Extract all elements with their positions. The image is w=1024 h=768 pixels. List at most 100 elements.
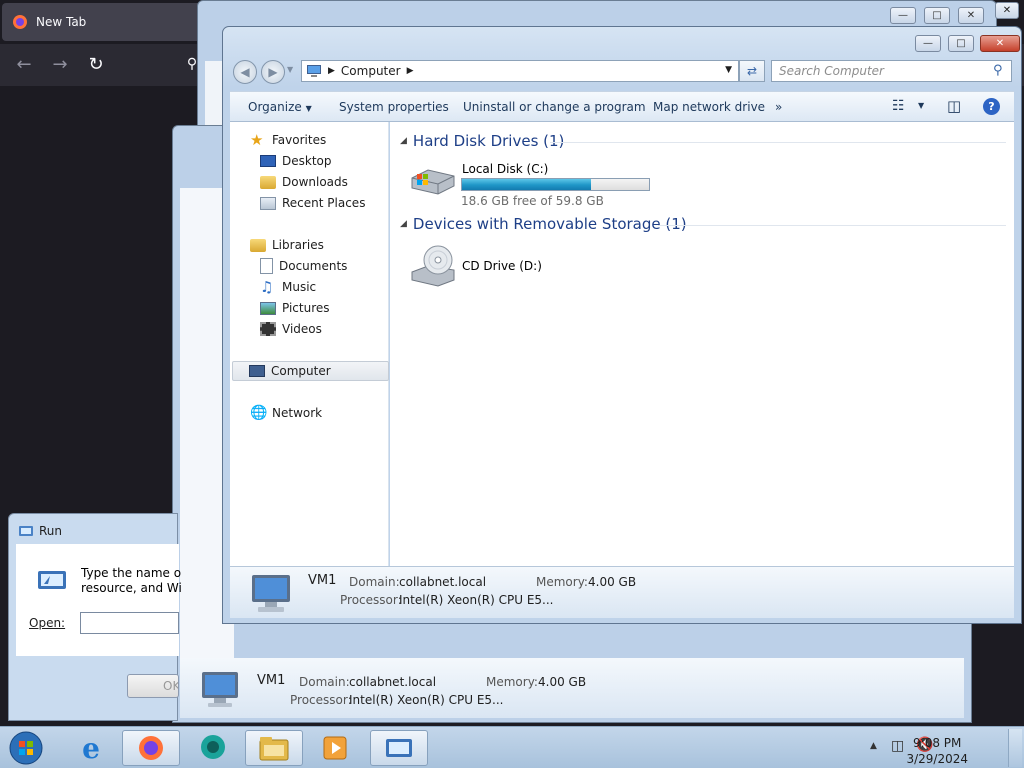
back-icon[interactable]: ← — [12, 52, 36, 76]
group-divider — [550, 142, 1006, 143]
breadcrumb-separator-icon[interactable]: ▶ — [328, 66, 335, 76]
music-note-icon: ♫ — [260, 278, 274, 296]
preview-pane-icon[interactable]: ◫ — [947, 97, 961, 115]
computer-name: VM1 — [308, 573, 337, 588]
nav-computer[interactable]: Computer — [232, 361, 389, 381]
group-hard-disk-drives[interactable]: ◢ Hard Disk Drives (1) — [400, 132, 564, 150]
search-icon[interactable]: ⚲ — [993, 63, 1003, 78]
taskbar-firefox[interactable] — [122, 730, 180, 766]
organize-chevron-icon: ▼ — [305, 104, 312, 113]
windows-orb-icon — [9, 731, 43, 765]
bg-domain-value: collabnet.local — [349, 675, 437, 689]
explorer-window[interactable]: — □ ✕ ◀ ▶ ▼ ▶ Computer ▶ ▼ ⇄ Search Comp… — [222, 26, 1022, 624]
minimize-button[interactable]: — — [915, 35, 941, 52]
nav-downloads-label: Downloads — [282, 175, 348, 189]
recent-places-icon — [260, 196, 276, 210]
favorites-star-icon: ★ — [250, 131, 264, 149]
run-ok-button[interactable]: OK — [127, 674, 179, 698]
nav-favorites[interactable]: ★ Favorites — [250, 130, 407, 150]
tray-clock[interactable]: 9:08 PM 3/29/2024 — [906, 735, 968, 767]
breadcrumb-computer[interactable]: Computer — [341, 64, 401, 78]
group-divider-2 — [658, 225, 1006, 226]
address-dropdown-icon[interactable]: ▼ — [725, 65, 732, 75]
reload-icon[interactable]: ↻ — [84, 52, 108, 76]
network-tray-icon[interactable]: ◫ — [891, 738, 904, 754]
show-desktop-button[interactable] — [1008, 729, 1022, 767]
organize-button[interactable]: Organize ▼ — [248, 100, 312, 114]
group-removable-storage[interactable]: ◢ Devices with Removable Storage (1) — [400, 215, 687, 233]
taskbar-internet-explorer[interactable]: e — [62, 730, 120, 766]
back-button[interactable]: ◀ — [233, 60, 257, 84]
refresh-button[interactable]: ⇄ — [739, 60, 765, 82]
background-close-button[interactable]: ✕ — [958, 7, 984, 24]
chat-bubble-icon — [201, 735, 225, 759]
recent-pages-chevron-icon[interactable]: ▼ — [287, 65, 293, 74]
forward-icon[interactable]: → — [48, 52, 72, 76]
domain-label: Domain: — [349, 575, 400, 589]
maximize-button[interactable]: □ — [948, 35, 974, 52]
nav-recent-places-label: Recent Places — [282, 196, 366, 210]
run-icon — [19, 526, 33, 536]
memory-value: 4.00 GB — [588, 575, 637, 589]
view-options-chevron-icon[interactable]: ▼ — [918, 101, 924, 110]
map-network-drive-button[interactable]: Map network drive — [653, 100, 765, 114]
show-hidden-icons-chevron[interactable]: ▲ — [870, 741, 877, 751]
media-player-icon — [323, 736, 347, 760]
start-button[interactable] — [4, 730, 48, 766]
taskbar-windows-explorer[interactable] — [245, 730, 303, 766]
content-pane: ◢ Hard Disk Drives (1) Local Disk (C:) 1… — [390, 122, 1014, 566]
search-input[interactable]: Search Computer — [771, 60, 1012, 82]
computer-large-icon — [252, 575, 290, 612]
domain-value: collabnet.local — [399, 575, 487, 589]
firefox-tab-title: New Tab — [36, 15, 87, 29]
help-icon[interactable]: ? — [983, 98, 1000, 115]
local-disk-c[interactable]: Local Disk (C:) 18.6 GB free of 59.8 GB — [408, 158, 668, 210]
bg-computer-name: VM1 — [257, 673, 286, 688]
system-properties-button[interactable]: System properties — [339, 100, 449, 114]
local-disk-usage-fill — [462, 179, 591, 190]
address-bar[interactable]: ▶ Computer ▶ ▼ — [301, 60, 739, 82]
run-dialog[interactable]: Run Type the name of resource, and Win O… — [8, 513, 181, 721]
close-button[interactable]: ✕ — [980, 35, 1020, 52]
run-large-icon — [38, 571, 66, 589]
taskbar-run-dialog[interactable] — [370, 730, 428, 766]
run-dialog-body — [16, 544, 179, 656]
uninstall-program-button[interactable]: Uninstall or change a program — [463, 100, 646, 114]
bg-memory-value: 4.00 GB — [538, 675, 587, 689]
libraries-icon — [250, 238, 266, 252]
computer-monitor-icon — [202, 672, 238, 707]
explorer-folder-icon — [259, 737, 289, 761]
run-open-input[interactable] — [80, 612, 179, 634]
firefox-logo-icon — [13, 15, 27, 29]
background-close-button-2[interactable]: ✕ — [995, 2, 1019, 19]
forward-button[interactable]: ▶ — [261, 60, 285, 84]
group-collapse-icon: ◢ — [400, 136, 407, 146]
hard-drive-icon — [411, 169, 455, 195]
nav-network[interactable]: 🌐 Network — [250, 403, 407, 423]
tray-date: 3/29/2024 — [906, 752, 968, 766]
cd-drive-d[interactable]: CD Drive (D:) — [408, 242, 668, 294]
nav-documents-label: Documents — [279, 259, 348, 273]
taskbar-media-player[interactable] — [306, 730, 364, 766]
nav-favorites-label: Favorites — [272, 133, 327, 147]
command-bar: Organize ▼ System properties Uninstall o… — [230, 91, 1014, 122]
background-minimize-button[interactable]: — — [890, 7, 916, 24]
group-hard-disk-title: Hard Disk Drives (1) — [412, 132, 565, 150]
nav-libraries[interactable]: Libraries — [250, 235, 407, 255]
run-dialog-description: Type the name of resource, and Win — [81, 566, 181, 596]
change-view-icon[interactable]: ☷ — [892, 98, 905, 114]
firefox-tab-new-tab[interactable]: New Tab — [2, 3, 202, 41]
taskbar-app-3[interactable] — [184, 730, 242, 766]
nav-libraries-label: Libraries — [272, 238, 324, 252]
desktop-icon — [260, 155, 276, 167]
background-restore-button[interactable]: □ — [924, 7, 950, 24]
local-disk-free-space: 18.6 GB free of 59.8 GB — [461, 194, 604, 208]
more-commands-button[interactable]: » — [775, 100, 782, 114]
internet-explorer-icon: e — [82, 731, 100, 765]
nav-computer-label: Computer — [271, 364, 331, 378]
breadcrumb-chevron-icon[interactable]: ▶ — [407, 66, 414, 76]
processor-value: Intel(R) Xeon(R) CPU E5... — [399, 593, 554, 607]
bg-memory-label: Memory: — [486, 675, 538, 689]
run-description-line1: Type the name of — [81, 566, 181, 580]
memory-label: Memory: — [536, 575, 588, 589]
